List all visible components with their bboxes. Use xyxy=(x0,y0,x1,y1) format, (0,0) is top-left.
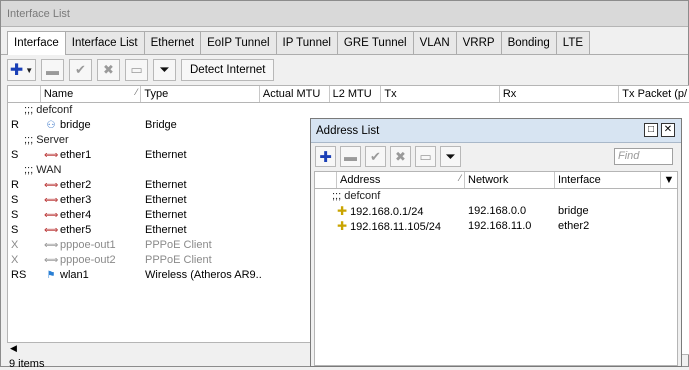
tab-divider xyxy=(1,54,688,55)
ethernet-icon: ⟺ xyxy=(44,210,59,221)
col-interface[interactable]: Interface xyxy=(555,172,661,188)
filter-icon: ⏷ xyxy=(159,62,170,77)
table-row[interactable]: ✚ 192.168.0.1/24 192.168.0.0 bridge xyxy=(315,204,677,219)
remove-button[interactable]: ▬ xyxy=(41,59,64,81)
table-header: Name ⁄ Type Actual MTU L2 MTU Tx Rx Tx Pa… xyxy=(8,86,689,103)
tab-ip-tunnel[interactable]: IP Tunnel xyxy=(275,31,338,54)
sort-icon: ⁄ xyxy=(135,87,138,97)
add-button[interactable]: ✚ xyxy=(315,146,336,167)
col-l2-mtu[interactable]: L2 MTU xyxy=(330,86,382,102)
maximize-icon: □ xyxy=(647,124,655,135)
address-window-title: Address List xyxy=(311,119,681,143)
ethernet-icon: ⟺ xyxy=(44,180,59,191)
chevron-down-icon: ▼ xyxy=(663,174,675,186)
tab-gre-tunnel[interactable]: GRE Tunnel xyxy=(336,31,414,54)
col-actual-mtu[interactable]: Actual MTU xyxy=(260,86,330,102)
ethernet-icon: ⟺ xyxy=(44,150,59,161)
enable-button[interactable]: ✔ xyxy=(69,59,92,81)
maximize-button[interactable]: □ xyxy=(644,123,658,137)
col-name[interactable]: Name ⁄ xyxy=(41,86,142,102)
filter-button[interactable]: ⏷ xyxy=(153,59,176,81)
address-icon: ✚ xyxy=(337,219,348,233)
col-address[interactable]: Address ⁄ xyxy=(337,172,465,188)
address-icon: ✚ xyxy=(337,204,348,218)
pppoe-icon: ⟺ xyxy=(44,240,59,251)
comment-icon: ▭ xyxy=(419,148,432,164)
table-row[interactable]: ✚ 192.168.11.105/24 192.168.11.0 ether2 xyxy=(315,219,677,234)
enable-button[interactable]: ✔ xyxy=(365,146,386,167)
col-spacer xyxy=(315,172,337,188)
cross-icon: ✖ xyxy=(395,148,406,164)
col-tx-packet[interactable]: Tx Packet (p/ xyxy=(619,86,689,102)
close-icon: ✕ xyxy=(663,124,673,135)
close-button[interactable]: ✕ xyxy=(661,123,675,137)
table-header: Address ⁄ Network Interface ▼ xyxy=(315,172,677,189)
tab-ethernet[interactable]: Ethernet xyxy=(143,31,202,54)
tab-vrrp[interactable]: VRRP xyxy=(455,31,502,54)
minus-icon: ▬ xyxy=(344,149,357,164)
filter-button[interactable]: ⏷ xyxy=(440,146,461,167)
address-table: Address ⁄ Network Interface ▼ ;;; defconf… xyxy=(314,171,678,366)
tab-vlan[interactable]: VLAN xyxy=(412,31,457,54)
disable-button[interactable]: ✖ xyxy=(97,59,120,81)
check-icon: ✔ xyxy=(75,62,86,77)
remove-button[interactable]: ▬ xyxy=(340,146,361,167)
window-title: Interface List xyxy=(1,1,688,27)
status-item-count: 9 items xyxy=(9,358,45,370)
tab-bar: Interface Interface List Ethernet EoIP T… xyxy=(7,31,591,55)
section-comment: ;;; defconf xyxy=(24,104,73,116)
toolbar: ✚ ▼ ▬ ✔ ✖ ▭ ⏷ Detect Internet xyxy=(7,58,279,82)
address-list-window: Address List □ ✕ ✚ ▬ ✔ ✖ ▭ ⏷ Find Addres… xyxy=(310,118,682,367)
horizontal-scrollbar[interactable]: ◀ xyxy=(7,342,312,355)
comment-icon: ▭ xyxy=(130,62,143,77)
bridge-icon: ⚇ xyxy=(46,120,56,131)
chevron-down-icon: ▼ xyxy=(25,65,34,75)
comment-button[interactable]: ▭ xyxy=(125,59,148,81)
plus-icon: ✚ xyxy=(319,148,332,166)
tab-interface[interactable]: Interface xyxy=(7,31,66,55)
scroll-left-icon[interactable]: ◀ xyxy=(10,343,17,354)
add-button[interactable]: ✚ ▼ xyxy=(7,59,36,81)
col-network[interactable]: Network xyxy=(465,172,555,188)
comment-button[interactable]: ▭ xyxy=(415,146,436,167)
cross-icon: ✖ xyxy=(103,62,114,77)
tab-interface-list[interactable]: Interface List xyxy=(64,31,145,54)
filter-icon: ⏷ xyxy=(445,148,456,164)
address-toolbar: ✚ ▬ ✔ ✖ ▭ ⏷ xyxy=(315,146,465,167)
disable-button[interactable]: ✖ xyxy=(390,146,411,167)
find-input[interactable]: Find xyxy=(614,148,673,165)
wireless-icon: ⚑ xyxy=(46,270,56,281)
col-rx[interactable]: Rx xyxy=(500,86,620,102)
check-icon: ✔ xyxy=(370,148,381,164)
tab-bonding[interactable]: Bonding xyxy=(500,31,557,54)
tab-eoip-tunnel[interactable]: EoIP Tunnel xyxy=(200,31,277,54)
tab-lte[interactable]: LTE xyxy=(555,31,591,54)
minus-icon: ▬ xyxy=(46,62,59,78)
sort-icon: ⁄ xyxy=(459,173,461,183)
section-comment: ;;; defconf xyxy=(332,190,381,202)
detect-internet-button[interactable]: Detect Internet xyxy=(181,59,275,81)
col-tx[interactable]: Tx xyxy=(381,86,500,102)
columns-dropdown[interactable]: ▼ xyxy=(661,172,677,188)
pppoe-icon: ⟺ xyxy=(44,255,59,266)
ethernet-icon: ⟺ xyxy=(44,195,59,206)
plus-icon: ✚ xyxy=(9,62,24,79)
col-type[interactable]: Type xyxy=(141,86,260,102)
ethernet-icon: ⟺ xyxy=(44,225,59,236)
col-flags[interactable] xyxy=(8,86,41,102)
